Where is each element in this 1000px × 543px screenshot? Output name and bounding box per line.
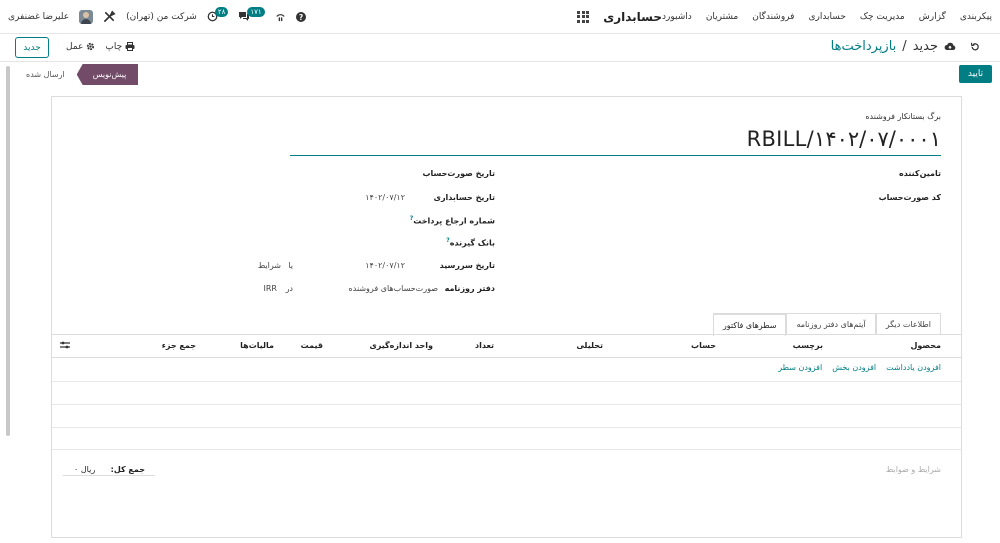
status-row: تایید ارسال شده پیش‌نویس [0,62,1000,86]
action-menu[interactable]: عمل [66,42,95,52]
column-taxes[interactable]: مالیات‌ها [240,341,274,350]
recipient-bank-label-wrap: بانک گیرنده? [446,237,495,248]
column-quantity[interactable]: تعداد [475,341,494,350]
breadcrumb-parent[interactable]: بازپرداخت‌ها [831,39,897,54]
column-subtotal[interactable]: جمع جزء [162,341,196,350]
terms-conditions-field[interactable]: شرایط و ضوابط [886,465,941,474]
payment-reference-label-wrap: شماره ارجاع پرداخت? [410,215,495,226]
total-label: جمع کل: [110,465,145,474]
status-bar: ارسال شده پیش‌نویس [14,64,139,85]
app-title[interactable]: حسابداری [603,10,662,24]
discard-icon[interactable] [970,42,980,52]
payment-reference-label: شماره ارجاع پرداخت [413,216,495,226]
journal-field[interactable]: صورت‌حساب‌های فروشنده [349,284,438,293]
total-value: ریال ۰ [74,465,96,474]
column-product[interactable]: محصول [910,341,941,350]
messages-button[interactable]: ۱۷۱ [238,6,265,22]
column-analytic[interactable]: تحلیلی [576,341,603,350]
due-date-label: تاریخ سررسید [439,261,495,270]
messages-count-badge: ۱۷۱ [247,6,265,17]
recipient-bank-label: بانک گیرنده [449,238,495,248]
in-label: در [285,284,293,293]
company-switcher[interactable]: شرکت من (تهران) [126,12,197,22]
gear-icon [86,42,95,51]
payment-terms-field[interactable]: شرایط [221,261,281,270]
tools-icon[interactable] [103,10,116,23]
form-actions: عمل چاپ [66,37,135,56]
column-price[interactable]: قیمت [301,341,323,350]
column-uom[interactable]: واحد اندازه‌گیری [369,341,433,350]
menu-item-accounting[interactable]: حسابداری [808,12,845,22]
status-draft[interactable]: پیش‌نویس [76,64,139,85]
add-note-link[interactable]: افزودن یادداشت [886,363,941,372]
bill-reference-label: کد صورت‌حساب [878,193,941,202]
status-posted[interactable]: ارسال شده [14,64,77,85]
apps-grid-icon[interactable] [577,10,590,23]
column-label[interactable]: برچسب [793,341,823,350]
tab-journal-items[interactable]: آیتم‌های دفتر روزنامه [786,313,876,335]
accounting-date-label: تاریخ حسابداری [433,193,495,202]
top-navbar: حسابداری داشبورد مشتریان فروشندگان حسابد… [0,0,1000,34]
menu-item-dashboard[interactable]: داشبورد [662,12,692,22]
add-section-link[interactable]: افزودن بخش [832,363,876,372]
add-links: افزودن سطر افزودن بخش افزودن یادداشت [778,363,941,372]
main-menu: داشبورد مشتریان فروشندگان حسابداری مدیری… [662,12,992,22]
menu-item-check-management[interactable]: مدیریت چک [860,12,905,22]
accounting-date-field[interactable]: ۱۴۰۲/۰۷/۱۲ [365,193,405,202]
confirm-button[interactable]: تایید [959,65,992,83]
menu-item-configuration[interactable]: پیکربندی [960,12,992,22]
journal-label: دفتر روزنامه [444,284,495,293]
name-underline [290,155,941,156]
print-menu[interactable]: چاپ [105,42,135,52]
breadcrumb: بازپرداخت‌ها / جدید [831,37,986,56]
print-label: چاپ [105,41,123,52]
currency-field[interactable]: IRR [264,284,277,293]
breadcrumb-separator: / [902,39,907,54]
user-name[interactable]: علیرضا غضنفری [8,12,69,22]
svg-text:?: ? [298,13,302,22]
scrollbar[interactable] [6,66,10,436]
due-date-field[interactable]: ۱۴۰۲/۰۷/۱۲ [365,261,405,270]
help-icon[interactable]: ? [295,11,306,22]
print-icon [125,42,135,51]
nav-right-group: حسابداری داشبورد مشتریان فروشندگان حسابد… [569,0,992,33]
save-cloud-icon[interactable] [944,42,956,51]
breadcrumb-current: جدید [912,39,938,54]
invoice-date-label: تاریخ صورت‌حساب [422,169,495,178]
row-divider [52,449,961,450]
row-divider [52,427,961,428]
bill-name[interactable]: RBILL/۱۴۰۲/۰۷/۰۰۰۱ [747,127,941,151]
menu-item-vendors[interactable]: فروشندگان [752,12,794,22]
document-type-label: برگ بستانکار فروشنده [865,112,941,121]
row-divider [52,404,961,405]
new-button[interactable]: جدید [15,37,49,58]
action-label: عمل [66,41,84,52]
notebook-tabs: سطرهای فاکتور آیتم‌های دفتر روزنامه اطلا… [712,313,941,336]
nav-left-group: علیرضا غضنفری شرکت من (تهران) ۲۸ ۱۷۱ ? [8,0,306,33]
activity-count-badge: ۲۸ [214,6,229,17]
signal-icon[interactable] [275,11,286,22]
tab-other-info[interactable]: اطلاعات دیگر [875,313,941,335]
tab-invoice-lines[interactable]: سطرهای فاکتور [712,313,787,336]
control-panel: جدید عمل چاپ بازپرداخت‌ها / جدید [0,33,1000,62]
column-account[interactable]: حساب [691,341,716,350]
invoice-lines-header: محصول برچسب حساب تحلیلی تعداد واحد انداز… [52,335,961,358]
vendor-label: تامین‌کننده [899,169,941,178]
add-line-link[interactable]: افزودن سطر [778,363,822,372]
form-sheet: برگ بستانکار فروشنده RBILL/۱۴۰۲/۰۷/۰۰۰۱ … [51,96,962,538]
or-label: یا [288,261,293,270]
activity-button[interactable]: ۲۸ [207,6,229,22]
optional-columns-icon[interactable] [60,341,70,351]
row-divider [52,381,961,382]
user-avatar[interactable] [79,9,94,24]
menu-item-customers[interactable]: مشتریان [706,12,738,22]
menu-item-reporting[interactable]: گزارش [919,12,946,22]
total-summary: جمع کل: ریال ۰ [63,461,155,476]
